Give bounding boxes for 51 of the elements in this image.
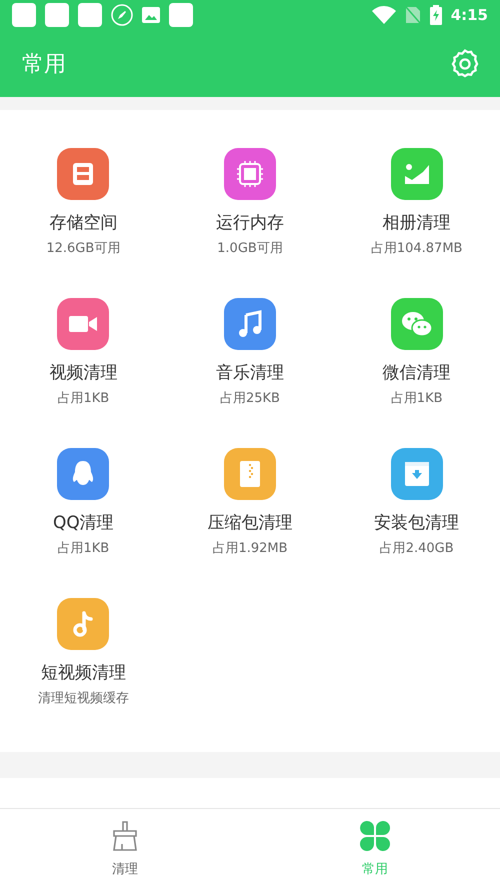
tool-item[interactable]: 存储空间 12.6GB可用 bbox=[0, 148, 167, 258]
page-title: 常用 bbox=[22, 50, 66, 78]
music-note-icon bbox=[71, 610, 96, 638]
tool-title: QQ清理 bbox=[52, 512, 114, 534]
tool-title: 视频清理 bbox=[49, 362, 118, 384]
broom-icon bbox=[111, 820, 139, 852]
battery-charging-icon bbox=[430, 5, 442, 25]
tool-item[interactable]: 音乐清理 占用25KB bbox=[166, 298, 334, 408]
tool-subtitle: 占用1KB bbox=[57, 540, 110, 558]
tool-subtitle: 占用1.92MB bbox=[212, 540, 288, 558]
chip-icon bbox=[234, 159, 265, 189]
tool-title: 运行内存 bbox=[216, 212, 284, 234]
music-note-icon bbox=[236, 310, 263, 338]
tool-title: 安装包清理 bbox=[374, 512, 460, 534]
tool-subtitle: 占用1KB bbox=[390, 390, 443, 408]
notification-icon bbox=[169, 3, 193, 27]
tool-title: 压缩包清理 bbox=[207, 512, 292, 534]
tool-title: 相册清理 bbox=[382, 212, 451, 234]
chat-bubbles-icon bbox=[400, 310, 433, 338]
tool-title: 短视频清理 bbox=[40, 662, 126, 684]
notification-icon bbox=[12, 3, 36, 27]
zip-file-icon bbox=[238, 460, 262, 488]
tool-subtitle: 1.0GB可用 bbox=[217, 240, 283, 258]
tool-subtitle: 占用1KB bbox=[57, 390, 110, 408]
image-icon bbox=[402, 162, 431, 186]
tool-item[interactable]: 短视频清理 清理短视频缓存 bbox=[0, 598, 167, 708]
tool-item[interactable]: 微信清理 占用1KB bbox=[333, 298, 500, 408]
tool-subtitle: 占用104.87MB bbox=[370, 240, 462, 258]
clock-time: 4:15 bbox=[450, 6, 488, 24]
wifi-icon bbox=[372, 6, 396, 24]
tool-subtitle: 12.6GB可用 bbox=[46, 240, 120, 258]
tool-subtitle: 清理短视频缓存 bbox=[38, 690, 129, 708]
tool-item[interactable]: 视频清理 占用1KB bbox=[0, 298, 167, 408]
notification-icon bbox=[45, 3, 69, 27]
notification-icon bbox=[78, 3, 102, 27]
tool-title: 音乐清理 bbox=[216, 362, 284, 384]
tool-item[interactable]: 运行内存 1.0GB可用 bbox=[166, 148, 334, 258]
tool-item[interactable]: 压缩包清理 占用1.92MB bbox=[166, 448, 334, 558]
tool-item[interactable]: QQ清理 占用1KB bbox=[0, 448, 167, 558]
rocket-icon bbox=[111, 4, 133, 26]
tool-title: 存储空间 bbox=[49, 212, 118, 234]
clover-icon bbox=[359, 820, 391, 852]
tool-item[interactable]: 安装包清理 占用2.40GB bbox=[333, 448, 500, 558]
tool-subtitle: 占用2.40GB bbox=[380, 540, 454, 558]
no-sim-icon bbox=[404, 6, 421, 24]
tool-subtitle: 占用25KB bbox=[220, 390, 280, 408]
video-camera-icon bbox=[68, 314, 98, 334]
tool-item[interactable]: 相册清理 占用104.87MB bbox=[333, 148, 500, 258]
download-box-icon bbox=[402, 460, 431, 488]
image-icon bbox=[142, 7, 160, 23]
tool-title: 微信清理 bbox=[382, 362, 451, 384]
